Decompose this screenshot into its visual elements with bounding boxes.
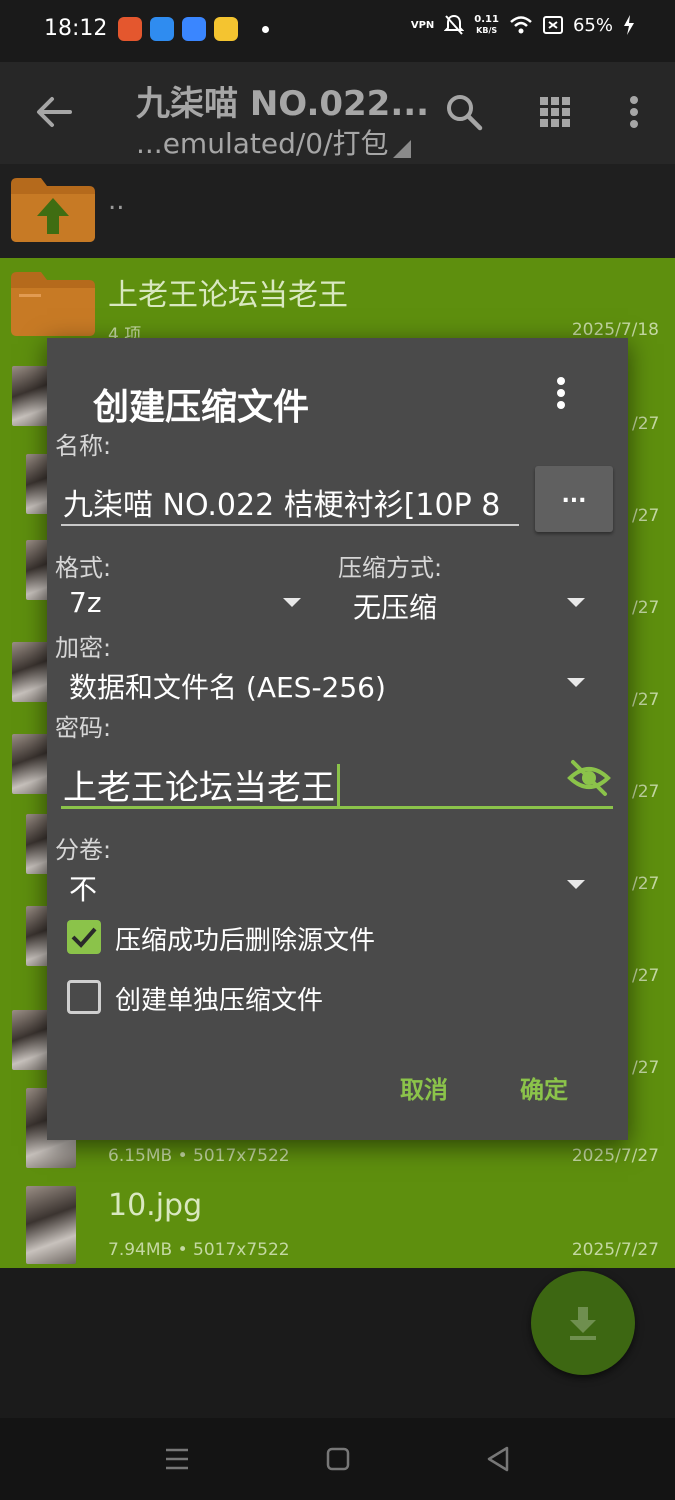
parent-folder-label: .. [108, 186, 125, 216]
delete-source-label: 压缩成功后删除源文件 [115, 926, 376, 956]
folder-up-icon [11, 178, 95, 242]
path-breadcrumb[interactable]: ...emulated/0/打包 [136, 122, 389, 162]
item-date-fragment: /27 [632, 782, 660, 802]
system-status: VPN 0.11 KB/S 65% [411, 14, 635, 36]
create-archive-dialog: 创建压缩文件 名称: 九柒喵 NO.022 桔梗衬衫[10P 8 ... 格式:… [47, 338, 628, 1140]
item-date-fragment: /27 [632, 506, 660, 526]
search-icon[interactable] [444, 92, 484, 132]
password-value: 上老王论坛当老王 [63, 768, 335, 808]
recent-apps-icon[interactable] [160, 1442, 194, 1476]
item-date-fragment: /27 [632, 598, 660, 618]
item-date-fragment: /27 [632, 1058, 660, 1078]
encryption-value: 数据和文件名 (AES-256) [69, 671, 386, 704]
compression-select[interactable]: 无压缩 [345, 582, 595, 626]
archive-name-input[interactable]: 九柒喵 NO.022 桔梗衬衫[10P 8 [63, 480, 519, 524]
cancel-button[interactable]: 取消 [400, 1070, 448, 1105]
visibility-off-icon[interactable] [567, 758, 611, 798]
compression-dropdown-icon [567, 598, 585, 607]
split-label: 分卷: [55, 836, 112, 864]
status-bar: 18:12 VPN 0.11 KB/S 65% [0, 0, 675, 62]
item-date-fragment: /27 [632, 690, 660, 710]
clock: 18:12 [44, 16, 108, 41]
item-date-fragment: /27 [632, 414, 660, 434]
battery-level: 65% [572, 14, 613, 36]
item-date-fragment: /27 [632, 966, 660, 986]
browse-button[interactable]: ... [535, 466, 613, 532]
password-input-underline [61, 806, 613, 809]
grid-view-icon[interactable] [535, 92, 575, 132]
ok-button[interactable]: 确定 [520, 1070, 568, 1105]
more-notifications-dot [262, 26, 269, 33]
cloud-notification-icon [182, 17, 206, 41]
app-notification-icon [118, 17, 142, 41]
download-icon [570, 1307, 596, 1340]
vpn-icon: VPN [410, 19, 435, 31]
format-dropdown-icon [283, 598, 301, 607]
file-meta: 6.15MB • 5017x7522 [108, 1146, 290, 1166]
name-input-underline [61, 524, 519, 526]
encryption-dropdown-icon [567, 678, 585, 687]
separate-archives-checkbox[interactable] [67, 980, 101, 1014]
back-arrow-icon[interactable] [34, 92, 74, 132]
checkmark-icon [71, 927, 97, 948]
separate-archives-option[interactable]: 创建单独压缩文件 [67, 978, 397, 1018]
split-dropdown-icon [567, 880, 585, 889]
list-item[interactable]: 上老王论坛当老王 4 项 2025/7/18 [0, 258, 675, 345]
dialog-menu-icon[interactable] [547, 376, 575, 412]
separate-archives-label: 创建单独压缩文件 [115, 986, 324, 1016]
chat-notification-icon [214, 17, 238, 41]
calendar-notification-icon [150, 17, 174, 41]
path-dropdown-icon[interactable] [393, 140, 411, 158]
encryption-select[interactable]: 数据和文件名 (AES-256) [61, 662, 595, 706]
screen-icon [542, 16, 563, 34]
net-speed: 0.11 KB/S [474, 14, 499, 35]
folder-name: 上老王论坛当老王 [108, 278, 348, 313]
mute-icon [444, 14, 465, 35]
delete-source-checkbox[interactable] [67, 920, 101, 954]
format-label: 格式: [55, 554, 112, 582]
text-cursor [337, 763, 340, 806]
image-thumbnail [26, 1186, 76, 1264]
extract-fab[interactable] [531, 1271, 635, 1375]
file-meta: 7.94MB • 5017x7522 [108, 1240, 290, 1260]
delete-source-option[interactable]: 压缩成功后删除源文件 [67, 918, 397, 958]
charging-icon [624, 15, 634, 35]
file-name: 10.jpg [108, 1188, 203, 1223]
dialog-title: 创建压缩文件 [93, 387, 310, 428]
notification-icons [118, 17, 238, 41]
overflow-menu-icon[interactable] [614, 92, 654, 132]
file-date: 2025/7/27 [571, 1146, 659, 1166]
app-toolbar: 九柒喵 NO.022... ...emulated/0/打包 [0, 62, 675, 164]
encryption-label: 加密: [55, 634, 112, 662]
compression-label: 压缩方式: [338, 554, 443, 582]
file-date: 2025/7/27 [571, 1240, 659, 1260]
back-nav-icon[interactable] [481, 1442, 515, 1476]
name-label: 名称: [55, 432, 112, 460]
system-navigation-bar [0, 1418, 675, 1500]
folder-title: 九柒喵 NO.022... [136, 84, 430, 124]
wifi-icon [510, 16, 532, 34]
format-value: 7z [69, 586, 102, 619]
list-item[interactable]: 6.15MB • 5017x7522 2025/7/27 [0, 1138, 675, 1178]
item-date-fragment: /27 [632, 874, 660, 894]
password-label: 密码: [55, 714, 112, 742]
parent-folder-row[interactable]: .. [0, 164, 675, 258]
home-icon[interactable] [321, 1442, 355, 1476]
list-item[interactable]: 10.jpg 7.94MB • 5017x7522 2025/7/27 [0, 1178, 675, 1268]
format-select[interactable]: 7z [61, 582, 311, 626]
password-input[interactable]: 上老王论坛当老王 [63, 760, 340, 809]
split-select[interactable]: 不 [61, 864, 595, 908]
compression-value: 无压缩 [353, 591, 438, 624]
split-value: 不 [69, 873, 98, 906]
folder-icon [11, 272, 95, 336]
folder-date: 2025/7/18 [571, 320, 659, 340]
